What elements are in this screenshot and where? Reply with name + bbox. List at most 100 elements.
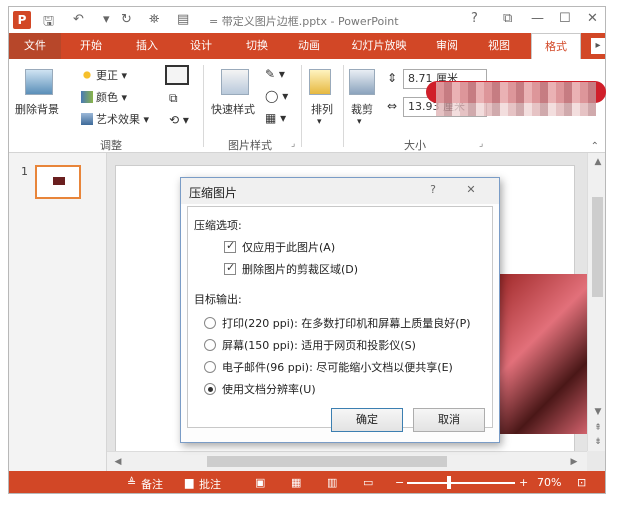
chevron-down-icon[interactable]: ▾ <box>357 117 362 127</box>
tab-slide-show[interactable]: 幻灯片放映 <box>341 33 417 59</box>
arrange-icon[interactable] <box>309 69 331 95</box>
document-resolution-radio[interactable]: 使用文档分辨率(U) <box>204 381 316 397</box>
checkbox-checked-icon[interactable] <box>224 261 236 275</box>
remove-background-icon[interactable] <box>25 69 53 95</box>
corrections-label: 更正 <box>96 69 118 82</box>
artistic-effects-button[interactable]: 艺术效果 ▾ <box>81 111 149 127</box>
quick-styles-icon[interactable] <box>221 69 249 95</box>
tab-insert[interactable]: 插入 <box>127 33 167 59</box>
picture-effects-icon[interactable]: ◯ ▾ <box>265 89 288 103</box>
dialog-help-button[interactable]: ? <box>421 182 445 198</box>
fit-to-window-icon[interactable]: ⊡ <box>577 476 586 489</box>
ok-button[interactable]: 确定 <box>331 408 403 432</box>
print-option-radio[interactable]: 打印(220 ppi): 在多数打印机和屏幕上质量良好(P) <box>204 315 471 331</box>
target-output-heading: 目标输出: <box>194 293 242 306</box>
undo-icon[interactable]: ↶ <box>73 12 84 27</box>
next-slide-icon[interactable]: ⇟ <box>591 435 605 449</box>
chevron-right-icon[interactable]: ▸ <box>591 38 605 54</box>
picture-border-icon[interactable]: ✎ ▾ <box>265 67 285 81</box>
checkbox-checked-icon[interactable] <box>224 239 236 253</box>
save-icon[interactable]: 🖫 <box>43 12 54 34</box>
tab-design[interactable]: 设计 <box>181 33 221 59</box>
color-button[interactable]: 颜色 ▾ <box>81 89 127 105</box>
notes-button[interactable]: 备注 <box>141 476 163 492</box>
collapse-ribbon-icon[interactable]: ⌃ <box>591 141 599 152</box>
dialog-close-button[interactable]: ✕ <box>459 182 483 198</box>
only-this-picture-checkbox[interactable]: 仅应用于此图片(A) <box>224 239 335 255</box>
customize-quick-access-icon[interactable]: ▤ <box>177 12 189 27</box>
crop-icon[interactable] <box>349 69 375 95</box>
tab-animations[interactable]: 动画 <box>289 33 329 59</box>
tab-file[interactable]: 文件 <box>9 33 61 59</box>
maximize-button[interactable]: ☐ <box>559 11 571 26</box>
reset-picture-icon[interactable]: ⟲ ▾ <box>169 113 189 127</box>
tab-format[interactable]: 格式 <box>531 33 581 59</box>
dialog-title: 压缩图片 <box>189 186 238 200</box>
zoom-in-button[interactable]: + <box>519 476 528 489</box>
screen-option-radio[interactable]: 屏幕(150 ppi): 适用于网页和投影仪(S) <box>204 337 416 353</box>
scroll-down-icon[interactable]: ▼ <box>591 405 605 419</box>
group-divider <box>203 65 204 147</box>
slide-show-icon[interactable]: ▭ <box>363 476 373 489</box>
slide-picture[interactable] <box>500 274 590 434</box>
scroll-left-icon[interactable]: ◀ <box>111 455 125 469</box>
crop-button[interactable]: 裁剪 <box>351 101 373 117</box>
scroll-up-icon[interactable]: ▲ <box>591 155 605 169</box>
slide-number: 1 <box>21 165 28 178</box>
dialog-launcher-icon[interactable]: ⌟ <box>291 139 295 149</box>
ribbon-tabs: 文件 开始 插入 设计 切换 动画 幻灯片放映 审阅 视图 格式 ▸ <box>9 33 605 59</box>
zoom-slider-handle[interactable] <box>447 476 451 489</box>
dialog-launcher-icon[interactable]: ⌟ <box>479 139 483 149</box>
reading-view-icon[interactable]: ▥ <box>327 476 337 489</box>
comments-icon[interactable]: ▆ <box>185 476 193 489</box>
previous-slide-icon[interactable]: ⇞ <box>591 421 605 435</box>
tab-home[interactable]: 开始 <box>71 33 111 59</box>
vertical-scroll-thumb[interactable] <box>592 197 603 297</box>
scroll-right-icon[interactable]: ▶ <box>567 455 581 469</box>
arrange-button[interactable]: 排列 <box>311 101 333 117</box>
close-button[interactable]: ✕ <box>587 11 598 26</box>
print-option-label: 打印(220 ppi): 在多数打印机和屏幕上质量良好(P) <box>222 317 471 330</box>
compress-pictures-icon[interactable] <box>165 65 189 85</box>
cancel-button[interactable]: 取消 <box>413 408 485 432</box>
picture-layout-icon[interactable]: ▦ ▾ <box>265 111 286 125</box>
change-picture-icon[interactable]: ⧉ <box>169 91 178 106</box>
shape-height-icon: ⇕ <box>387 71 398 85</box>
remove-background-button[interactable]: 删除背景 <box>15 101 59 117</box>
corrections-button[interactable]: 更正 ▾ <box>81 67 127 83</box>
normal-view-icon[interactable]: ▣ <box>255 476 265 489</box>
tab-view[interactable]: 视图 <box>479 33 519 59</box>
vertical-scrollbar[interactable]: ▲ ▼ ⇞ ⇟ <box>587 153 605 451</box>
start-from-beginning-icon[interactable]: ⛯ <box>149 12 159 27</box>
ribbon-display-options-button[interactable]: ⧉ <box>503 11 512 26</box>
zoom-level[interactable]: 70% <box>537 476 561 489</box>
help-button[interactable]: ? <box>471 11 478 26</box>
dialog-body: 压缩选项: 仅应用于此图片(A) 删除图片的剪裁区域(D) 目标输出: 打印(2… <box>187 206 493 428</box>
comments-button[interactable]: 批注 <box>199 476 221 492</box>
slide-sorter-icon[interactable]: ▦ <box>291 476 301 489</box>
quick-styles-button[interactable]: 快速样式 <box>211 101 255 117</box>
blurred-overlay <box>436 82 596 116</box>
thumbnail-picture <box>53 177 65 185</box>
screen-option-label: 屏幕(150 ppi): 适用于网页和投影仪(S) <box>222 339 416 352</box>
notes-icon[interactable]: ≜ <box>127 476 136 489</box>
radio-icon[interactable] <box>204 339 216 351</box>
minimize-button[interactable]: — <box>531 11 544 26</box>
tab-transitions[interactable]: 切换 <box>237 33 277 59</box>
group-label-size: 大小 <box>404 139 426 152</box>
artistic-effects-label: 艺术效果 <box>96 113 140 126</box>
horizontal-scroll-thumb[interactable] <box>207 456 447 467</box>
radio-selected-icon[interactable] <box>204 383 216 395</box>
tab-review[interactable]: 审阅 <box>427 33 467 59</box>
horizontal-scrollbar[interactable]: ◀ ▶ <box>107 451 587 471</box>
chevron-down-icon[interactable]: ▾ <box>103 12 110 27</box>
radio-icon[interactable] <box>204 361 216 373</box>
zoom-out-button[interactable]: − <box>395 476 404 489</box>
delete-cropped-areas-checkbox[interactable]: 删除图片的剪裁区域(D) <box>224 261 358 277</box>
slide-thumbnail[interactable] <box>35 165 81 199</box>
zoom-slider[interactable] <box>407 482 515 484</box>
email-option-radio[interactable]: 电子邮件(96 ppi): 尽可能缩小文档以便共享(E) <box>204 359 453 375</box>
redo-icon[interactable]: ↻ <box>121 12 132 27</box>
chevron-down-icon[interactable]: ▾ <box>317 117 322 127</box>
radio-icon[interactable] <box>204 317 216 329</box>
